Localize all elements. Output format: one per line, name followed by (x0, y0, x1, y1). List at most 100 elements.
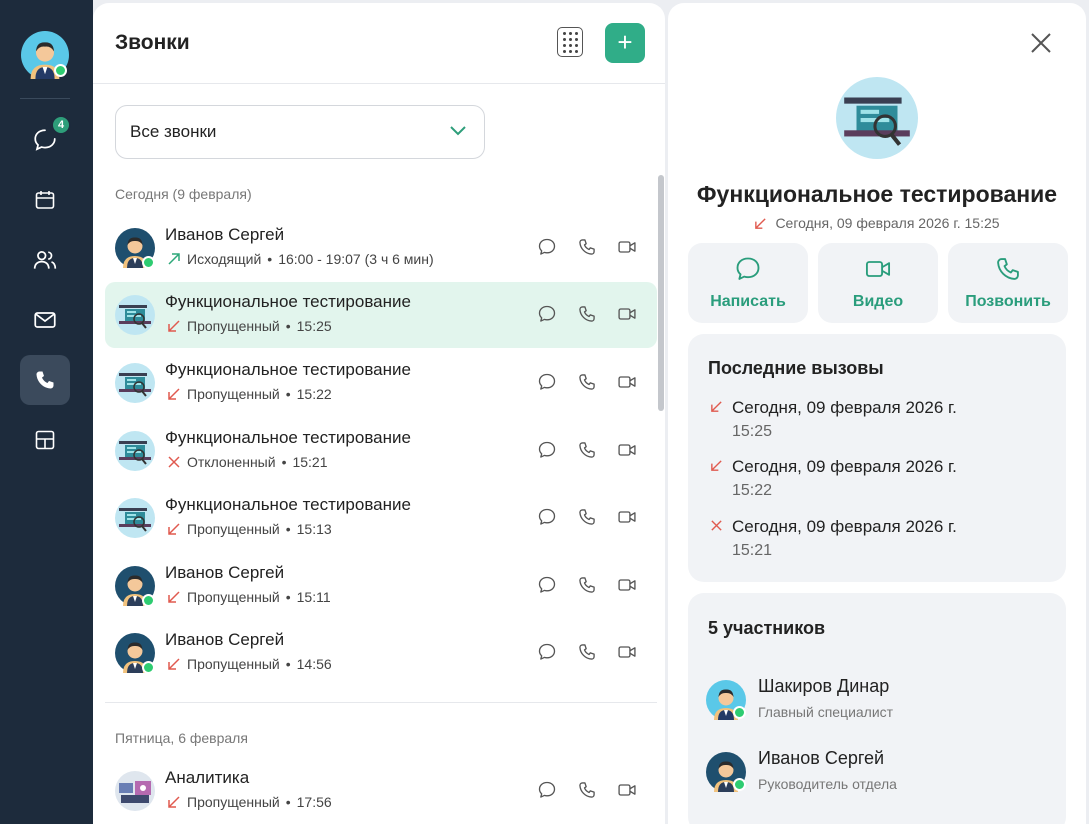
write-label: Написать (710, 293, 786, 310)
avatar (115, 566, 155, 607)
online-status-dot (733, 778, 746, 791)
call-time: 16:00 - 19:07 (3 ч 6 мин) (278, 251, 434, 267)
member-role: Главный специалист (758, 704, 894, 720)
call-name: Функциональное тестирование (165, 495, 411, 514)
message-icon[interactable] (537, 440, 557, 460)
call-filter-select[interactable]: Все звонки (115, 105, 485, 159)
detail-title: Функциональное тестирование (696, 181, 1058, 207)
separator-dot: • (285, 318, 291, 334)
call-time: 15:25 (296, 318, 332, 334)
avatar (115, 498, 155, 538)
online-status-dot (142, 661, 155, 674)
close-icon[interactable] (1030, 32, 1052, 54)
detail-subtitle: Сегодня, 09 февраля 2026 г. 15:25 (775, 215, 1000, 231)
call-status: Исходящий (187, 251, 262, 267)
header-divider (93, 83, 665, 84)
video-icon[interactable] (617, 237, 637, 257)
recent-calls-card: Последние вызовы Сегодня, 09 февраля 202… (688, 334, 1066, 582)
missed-call-icon (167, 387, 181, 401)
call-time: 15:21 (292, 454, 328, 470)
video-icon[interactable] (617, 780, 637, 800)
separator-dot: • (285, 794, 291, 810)
chats-badge: 4 (51, 115, 71, 135)
sidebar-item-calls[interactable] (20, 355, 70, 405)
message-icon[interactable] (537, 642, 557, 662)
members-title: 5 участников (708, 618, 826, 638)
separator-dot: • (285, 656, 291, 672)
call-button[interactable]: Позвонить (948, 243, 1068, 323)
sidebar-item-contacts[interactable] (20, 235, 70, 285)
missed-call-icon (710, 400, 723, 413)
phone-icon[interactable] (577, 304, 597, 324)
video-button[interactable]: Видео (818, 243, 938, 323)
dialpad-button[interactable] (557, 27, 583, 57)
avatar (115, 771, 155, 811)
mail-icon (34, 312, 56, 328)
call-row[interactable]: Иванов Сергей Пропущенный • 15:11 (105, 553, 657, 619)
recent-calls-title: Последние вызовы (708, 358, 884, 378)
avatar (706, 680, 746, 720)
outgoing-call-icon (167, 252, 181, 266)
call-row[interactable]: Аналитика Пропущенный • 17:56 (105, 758, 657, 824)
phone-icon[interactable] (577, 507, 597, 527)
message-icon[interactable] (537, 237, 557, 257)
sidebar-item-chats[interactable]: 4 (20, 115, 71, 165)
video-icon[interactable] (617, 575, 637, 595)
message-icon[interactable] (537, 304, 557, 324)
call-name: Иванов Сергей (165, 563, 285, 582)
call-row[interactable]: Иванов Сергей Пропущенный • 14:56 (105, 620, 657, 686)
call-row[interactable]: Иванов Сергей Исходящий • 16:00 - 19:07 … (105, 215, 657, 281)
phone-icon[interactable] (577, 575, 597, 595)
message-icon[interactable] (537, 507, 557, 527)
chevron-down-icon (450, 126, 466, 136)
missed-call-icon (167, 795, 181, 809)
rejected-call-icon (167, 455, 181, 469)
call-name: Функциональное тестирование (165, 292, 411, 311)
call-status: Пропущенный (187, 521, 280, 537)
sidebar-item-calendar[interactable] (20, 175, 70, 225)
missed-call-icon (710, 459, 723, 472)
new-call-button[interactable]: + (605, 23, 645, 63)
call-row-selected[interactable]: Функциональное тестирование Пропущенный … (105, 282, 657, 348)
message-icon[interactable] (537, 780, 557, 800)
call-row[interactable]: Функциональное тестирование Пропущенный … (105, 350, 657, 416)
call-row[interactable]: Функциональное тестирование Отклоненный … (105, 418, 657, 484)
phone-icon (994, 255, 1022, 283)
scrollbar[interactable] (658, 175, 664, 411)
online-status-dot (142, 594, 155, 607)
page-title: Звонки (115, 31, 190, 54)
phone-icon[interactable] (577, 780, 597, 800)
video-icon[interactable] (617, 507, 637, 527)
call-name: Иванов Сергей (165, 630, 285, 649)
phone-icon[interactable] (577, 440, 597, 460)
sidebar-item-mail[interactable] (20, 295, 70, 345)
recent-call-date: Сегодня, 09 февраля 2026 г. (732, 457, 957, 476)
call-row[interactable]: Функциональное тестирование Пропущенный … (105, 485, 657, 551)
video-icon[interactable] (617, 372, 637, 392)
contacts-icon (33, 251, 57, 269)
phone-icon[interactable] (577, 642, 597, 662)
phone-icon[interactable] (577, 372, 597, 392)
video-icon[interactable] (617, 304, 637, 324)
video-icon[interactable] (617, 642, 637, 662)
call-label: Позвонить (965, 293, 1051, 310)
call-time: 15:11 (296, 589, 331, 605)
phone-icon[interactable] (577, 237, 597, 257)
recent-call-time: 15:22 (732, 482, 773, 499)
video-icon[interactable] (617, 440, 637, 460)
avatar (115, 228, 155, 269)
write-button[interactable]: Написать (688, 243, 808, 323)
call-status: Пропущенный (187, 386, 280, 402)
message-icon[interactable] (537, 575, 557, 595)
separator-dot: • (285, 386, 291, 402)
call-time: 17:56 (296, 794, 332, 810)
message-icon (734, 255, 762, 283)
group-label-friday: Пятница, 6 февраля (115, 730, 248, 746)
call-status: Пропущенный (187, 794, 280, 810)
recent-call-date: Сегодня, 09 февраля 2026 г. (732, 398, 957, 417)
sidebar-item-apps[interactable] (20, 415, 70, 465)
rejected-call-icon (710, 519, 723, 532)
message-icon[interactable] (537, 372, 557, 392)
current-user-avatar[interactable] (21, 31, 69, 79)
video-icon (864, 255, 892, 283)
